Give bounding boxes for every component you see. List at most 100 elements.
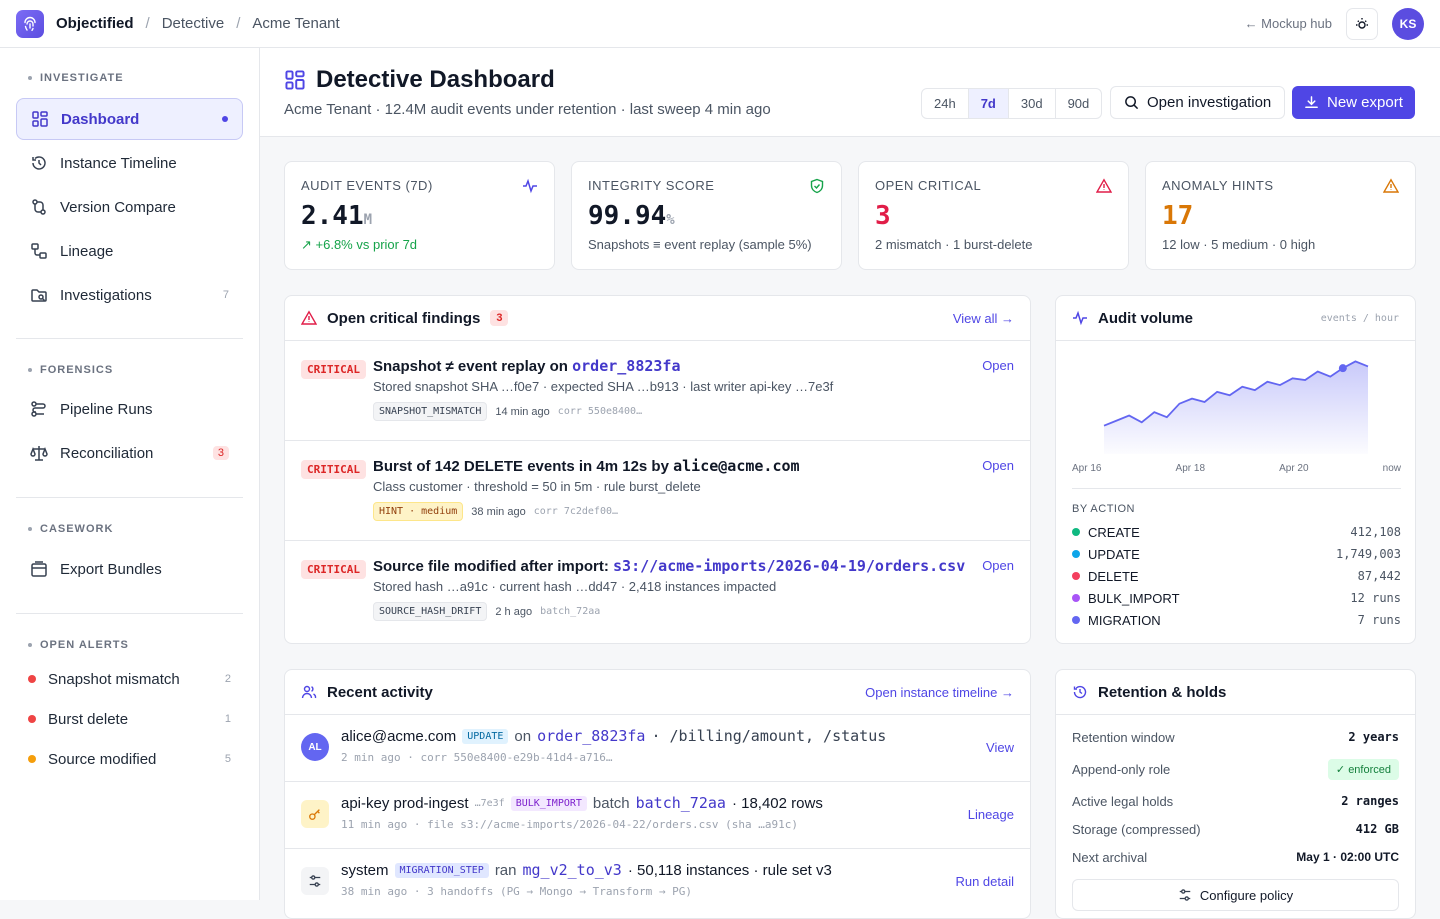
alert-label: Source modified [48,750,157,768]
users-icon [301,685,317,699]
new-export-label: New export [1327,94,1403,111]
stat-sub: Snapshots ≡ event replay (sample 5%) [588,237,812,252]
grid-icon [285,70,305,90]
new-export-button[interactable]: New export [1292,86,1415,119]
range-90d[interactable]: 90d [1056,89,1102,118]
activity-actor[interactable]: system [341,862,389,879]
sidebar-section-casework: CASEWORK [16,523,243,535]
sidebar-item-investigations[interactable]: Investigations 7 [16,274,243,316]
activity-actor[interactable]: api-key prod-ingest [341,795,469,812]
retention-label: Retention window [1072,729,1175,745]
retention-row: Retention window 2 years [1056,721,1415,753]
activity-run-detail-link[interactable]: Run detail [955,874,1014,889]
action-color-dot [1072,594,1080,602]
finding-open-link[interactable]: Open [982,458,1014,473]
x-tick-label: Apr 18 [1175,463,1206,474]
sidebar-item-label: Investigations [60,286,152,304]
breadcrumb: Objectified / Detective / Acme Tenant [56,15,340,32]
finding-meta: Stored snapshot SHA …f0e7 · expected SHA… [373,379,834,394]
alert-burst-delete[interactable]: Burst delete 1 [16,699,243,739]
finding-corr: corr 550e8400… [557,406,643,417]
activity-text: · 18,402 rows [731,794,823,812]
sidebar-item-dashboard[interactable]: Dashboard [16,98,243,140]
finding-object-link[interactable]: order_8823fa [572,357,680,375]
range-7d[interactable]: 7d [968,89,1009,118]
activity-object-link[interactable]: mg_v2_to_v3 [523,861,622,879]
alert-status-dot [28,675,36,683]
action-value: 1,749,003 [1335,547,1401,561]
app-logo[interactable] [16,9,44,38]
stat-card-integrity-score: INTEGRITY SCORE 99.94% Snapshots ≡ event… [571,161,842,270]
finding-meta: Stored hash …a91c · current hash …dd47 ·… [373,579,777,594]
activity-line: api-key prod-ingest …7e3f BULK_IMPORT ba… [341,794,1014,812]
finding-open-link[interactable]: Open [982,558,1014,573]
user-avatar[interactable]: KS [1392,7,1424,40]
alert-count: 2 [224,673,231,685]
open-investigation-button[interactable]: Open investigation [1110,86,1286,119]
stat-value: 99.94% [588,201,675,231]
fingerprint-icon [24,16,36,31]
breadcrumb-tenant[interactable]: Acme Tenant [252,15,339,32]
stat-card-audit-events: AUDIT EVENTS (7D) 2.41M ↗ +6.8% vs prior… [284,161,555,270]
activity-icon [523,178,537,194]
sidebar-item-pipeline-runs[interactable]: Pipeline Runs [16,388,243,430]
sun-moon-icon [1356,17,1368,29]
sidebar-item-lineage[interactable]: Lineage [16,230,243,272]
audit-volume-chart [1103,360,1369,454]
shield-check-icon [810,178,824,194]
open-instance-timeline-link[interactable]: Open instance timeline → [865,685,1014,700]
enforced-badge: ✓ enforced [1327,758,1399,780]
finding-object-link[interactable]: s3://acme-imports/2026-04-19/orders.csv [613,557,965,575]
grid-icon [32,111,48,127]
activity-actor[interactable]: alice@acme.com [341,728,456,745]
x-tick-label: Apr 16 [1072,463,1102,474]
view-all-link[interactable]: View all → [953,311,1014,326]
sidebar-divider [16,497,243,498]
action-color-dot [1072,528,1080,536]
compare-icon [32,199,46,215]
finding-open-link[interactable]: Open [982,358,1014,373]
finding-time: 38 min ago [471,505,526,518]
sidebar-item-version-compare[interactable]: Version Compare [16,186,243,228]
alert-snapshot-mismatch[interactable]: Snapshot mismatch 2 [16,659,243,699]
page-title: Detective Dashboard [284,66,555,94]
sidebar-item-reconciliation[interactable]: Reconciliation 3 [16,432,243,474]
activity-view-link[interactable]: View [986,740,1014,755]
sliders-icon [301,867,329,895]
warning-triangle-icon [301,310,317,325]
chart-x-axis: Apr 16 Apr 18 Apr 20 now [1072,463,1401,474]
stat-sub: 2 mismatch · 1 burst-delete [875,237,1033,252]
range-30d[interactable]: 30d [1009,89,1056,118]
action-value: 87,442 [1357,569,1401,583]
warning-triangle-icon [1096,178,1112,193]
sidebar-item-export-bundles[interactable]: Export Bundles [16,548,243,590]
panel-header: Recent activity Open instance timeline → [285,670,1030,715]
activity-sub: 38 min ago · 3 handoffs (PG → Mongo → Tr… [341,885,692,898]
retention-row: Storage (compressed) 412 GB [1056,817,1415,841]
action-name: CREATE [1088,524,1140,540]
action-list: CREATE 412,108 UPDATE 1,749,003 DELETE 87,4… [1056,521,1415,631]
activity-lineage-link[interactable]: Lineage [968,807,1014,822]
action-name: MIGRATION [1088,612,1161,628]
sidebar-item-instance-timeline[interactable]: Instance Timeline [16,142,243,184]
theme-toggle-button[interactable] [1346,7,1378,40]
configure-policy-button[interactable]: Configure policy [1072,879,1399,911]
alert-source-modified[interactable]: Source modified 5 [16,739,243,779]
actor-suffix: …7e3f [474,797,505,809]
activity-line: system MIGRATION_STEP ran mg_v2_to_v3 · … [341,861,1014,879]
finding-tag: SOURCE_HASH_DRIFT [373,602,488,621]
breadcrumb-detective[interactable]: Detective [162,15,225,32]
action-color-dot [1072,550,1080,558]
chart-highlight-point[interactable] [1338,364,1347,373]
brand-name[interactable]: Objectified [56,15,134,32]
action-row-create: CREATE 412,108 [1056,521,1415,543]
pipeline-icon [31,401,46,417]
panel-header: Retention & holds [1056,670,1415,715]
panel-header: Open critical findings 3 View all → [285,296,1030,341]
activity-object-link[interactable]: order_8823fa [537,727,645,745]
mockup-hub-link[interactable]: ← Mockup hub [1245,16,1332,31]
finding-actor[interactable]: alice@acme.com [673,457,799,475]
action-value: 7 runs [1357,613,1401,627]
range-24h[interactable]: 24h [922,89,969,118]
activity-object-link[interactable]: batch_72aa [636,794,726,812]
